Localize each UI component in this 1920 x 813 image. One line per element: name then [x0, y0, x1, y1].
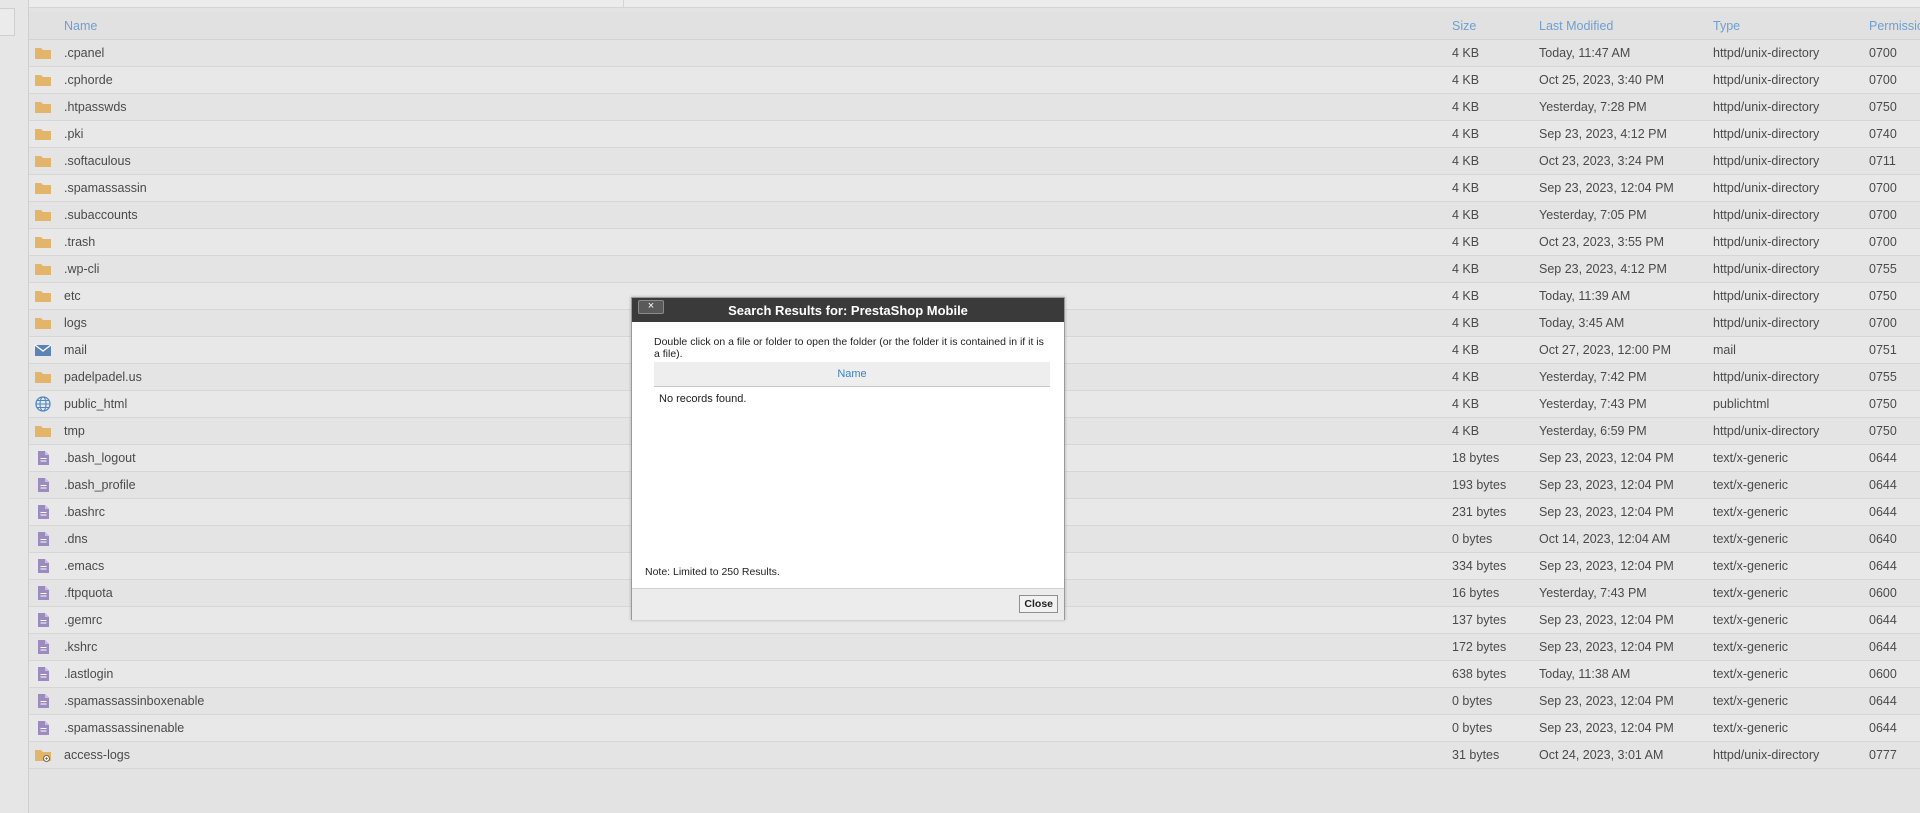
- empty-results-message: No records found.: [659, 393, 747, 405]
- search-results-dialog: × Search Results for: PrestaShop Mobile …: [631, 297, 1065, 620]
- dialog-footer: Close: [632, 588, 1064, 620]
- dialog-title: Search Results for: PrestaShop Mobile: [728, 303, 968, 318]
- results-column-name[interactable]: Name: [654, 362, 1050, 386]
- dialog-titlebar: × Search Results for: PrestaShop Mobile: [632, 298, 1064, 322]
- dialog-instructions: Double click on a file or folder to open…: [654, 336, 1044, 360]
- modal-overlay: × Search Results for: PrestaShop Mobile …: [0, 0, 1920, 813]
- results-table-header: Name: [654, 362, 1050, 387]
- results-limit-note: Note: Limited to 250 Results.: [645, 566, 780, 578]
- close-button[interactable]: Close: [1019, 595, 1058, 613]
